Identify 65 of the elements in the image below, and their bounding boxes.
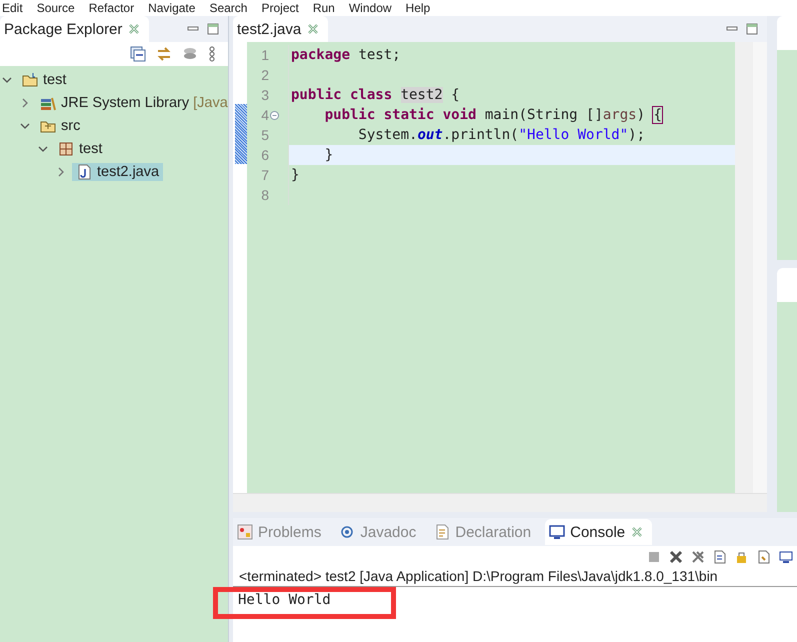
console-output: Hello World <box>237 592 331 608</box>
remove-all-icon[interactable] <box>691 550 705 564</box>
file-icon <box>76 164 92 180</box>
menu-item[interactable]: Project <box>261 1 299 15</box>
tree-item[interactable]: test2.java <box>72 162 164 180</box>
change-marker <box>235 104 247 164</box>
tree-item[interactable]: src <box>36 116 84 134</box>
view-menu-icon[interactable] <box>208 46 216 62</box>
menu-item[interactable]: Window <box>348 1 392 15</box>
code-line: } <box>290 167 300 183</box>
collapse-all-icon[interactable] <box>130 46 146 62</box>
process-label: <terminated> test2 [Java Application] D:\Program Files\Java\jdk1.8.0_131\bin <box>239 568 718 584</box>
collapsed-chevron-icon[interactable] <box>56 166 66 176</box>
line-number: 6 <box>260 147 269 163</box>
line-number: 5 <box>260 127 269 143</box>
maximize-icon[interactable] <box>206 22 220 36</box>
fold-minus-icon[interactable] <box>270 110 279 120</box>
close-icon[interactable] <box>127 22 142 36</box>
stack-icon[interactable] <box>182 46 198 62</box>
expanded-chevron-icon[interactable] <box>20 120 30 130</box>
menu-item[interactable]: Navigate <box>148 1 196 15</box>
close-icon[interactable] <box>630 525 644 539</box>
line-number: 2 <box>260 67 269 83</box>
monitor-icon[interactable] <box>779 550 793 564</box>
tree-decoration: [Java <box>193 94 228 110</box>
menu-item[interactable]: Source <box>36 1 75 15</box>
view-tab[interactable]: Console <box>545 519 652 545</box>
link-arrows-icon[interactable] <box>156 46 172 62</box>
close-icon[interactable] <box>306 22 320 36</box>
code-line: public static void main(String []args) { <box>324 107 662 123</box>
tree-item[interactable]: test <box>18 70 70 88</box>
horizontal-scrollbar[interactable] <box>233 493 767 512</box>
clear-document-icon[interactable] <box>713 550 727 564</box>
menu-item[interactable]: Run <box>312 1 335 15</box>
line-number: 4 <box>260 107 269 123</box>
monitor-icon <box>549 524 566 540</box>
view-tab[interactable]: Package Explorer <box>0 16 150 42</box>
menu-item[interactable]: Edit <box>2 1 23 15</box>
menu-item[interactable]: Search <box>209 1 248 15</box>
stop-icon[interactable] <box>647 550 661 564</box>
menu-item[interactable]: Help <box>406 1 430 15</box>
vertical-scrollbar[interactable] <box>735 42 753 493</box>
menu-item[interactable]: Refactor <box>88 1 134 15</box>
line-number: 3 <box>260 87 269 103</box>
line-number: 1 <box>260 47 269 63</box>
line-number: 8 <box>260 187 269 203</box>
code-line: System.out.println("Hello World"); <box>357 127 646 143</box>
collapsed-chevron-icon[interactable] <box>20 98 30 108</box>
view-tab[interactable]: test2.java <box>233 16 328 42</box>
remove-icon[interactable] <box>669 550 683 564</box>
folder-icon <box>22 72 38 88</box>
pin-document-icon[interactable] <box>757 550 771 564</box>
line-number: 7 <box>260 167 269 183</box>
code-line: public class test2 { <box>290 87 460 103</box>
at-icon <box>339 524 356 540</box>
maximize-icon[interactable] <box>745 22 759 36</box>
lock-icon[interactable] <box>735 550 749 564</box>
document-icon <box>434 524 450 540</box>
tree-item[interactable]: JRE System Library <box>36 94 194 112</box>
expanded-chevron-icon[interactable] <box>2 74 12 84</box>
expanded-chevron-icon[interactable] <box>38 144 48 154</box>
code-line: package test; <box>290 47 401 63</box>
package-icon <box>58 140 74 156</box>
tree-item[interactable]: test <box>54 140 106 158</box>
warning-board-icon <box>237 524 253 540</box>
